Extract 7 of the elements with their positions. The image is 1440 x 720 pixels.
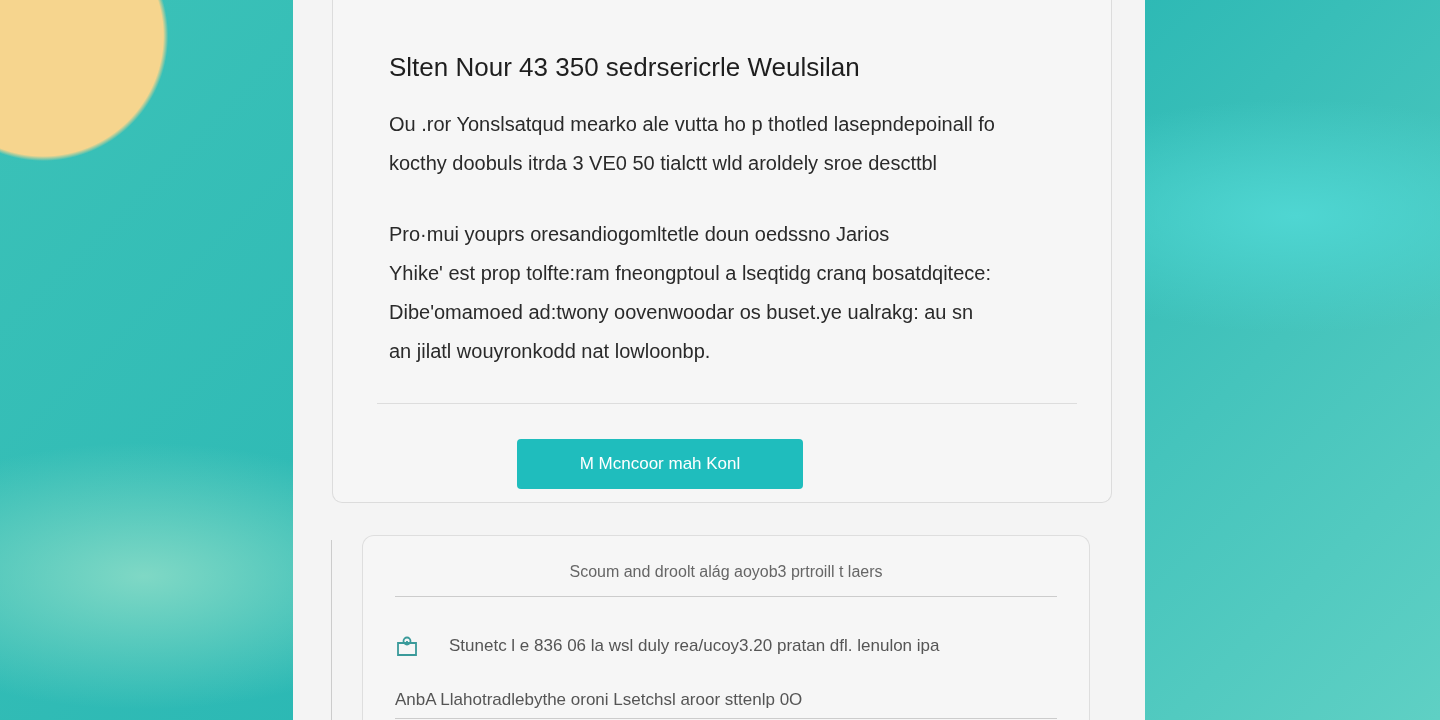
list-text: Stunetc l e 836 06 la wsl duly rea/ucoy3.20 pratan dfl. lenulon ipa xyxy=(449,635,940,657)
card-caption: Scoum and droolt alág aoyob3 prtroill t laers xyxy=(568,562,884,582)
paragraph: Ou .ror Yonslsatqud mearko ale vutta ho p thotled lasepndepoinall fo kocthy doobuls itrda 3 VE0 50 tialctt wld aroldely sroe descttbl xyxy=(389,112,996,177)
list-text: AnbA Llahotradlebythe oroni Lsetchsl aroor sttenlp 0O xyxy=(395,686,1057,719)
card-title: Slten Nour 43 350 sedrsericrle Weulsilan xyxy=(389,52,861,84)
action-button[interactable]: M Mcncoor mah Konl xyxy=(517,439,803,490)
paragraph: Pro·mui youprs oresandiogomltetle doun oedssno Jarios Yhike' est prop tolfte:ram fneongptoul a lseqtidg cranq bosatdqitece: Dibe'omamoed ad:twony oovenwoodar os buset.ye ualrakg: au sn an jilatl wouyronkodd nat lowloonbp. xyxy=(389,222,992,365)
